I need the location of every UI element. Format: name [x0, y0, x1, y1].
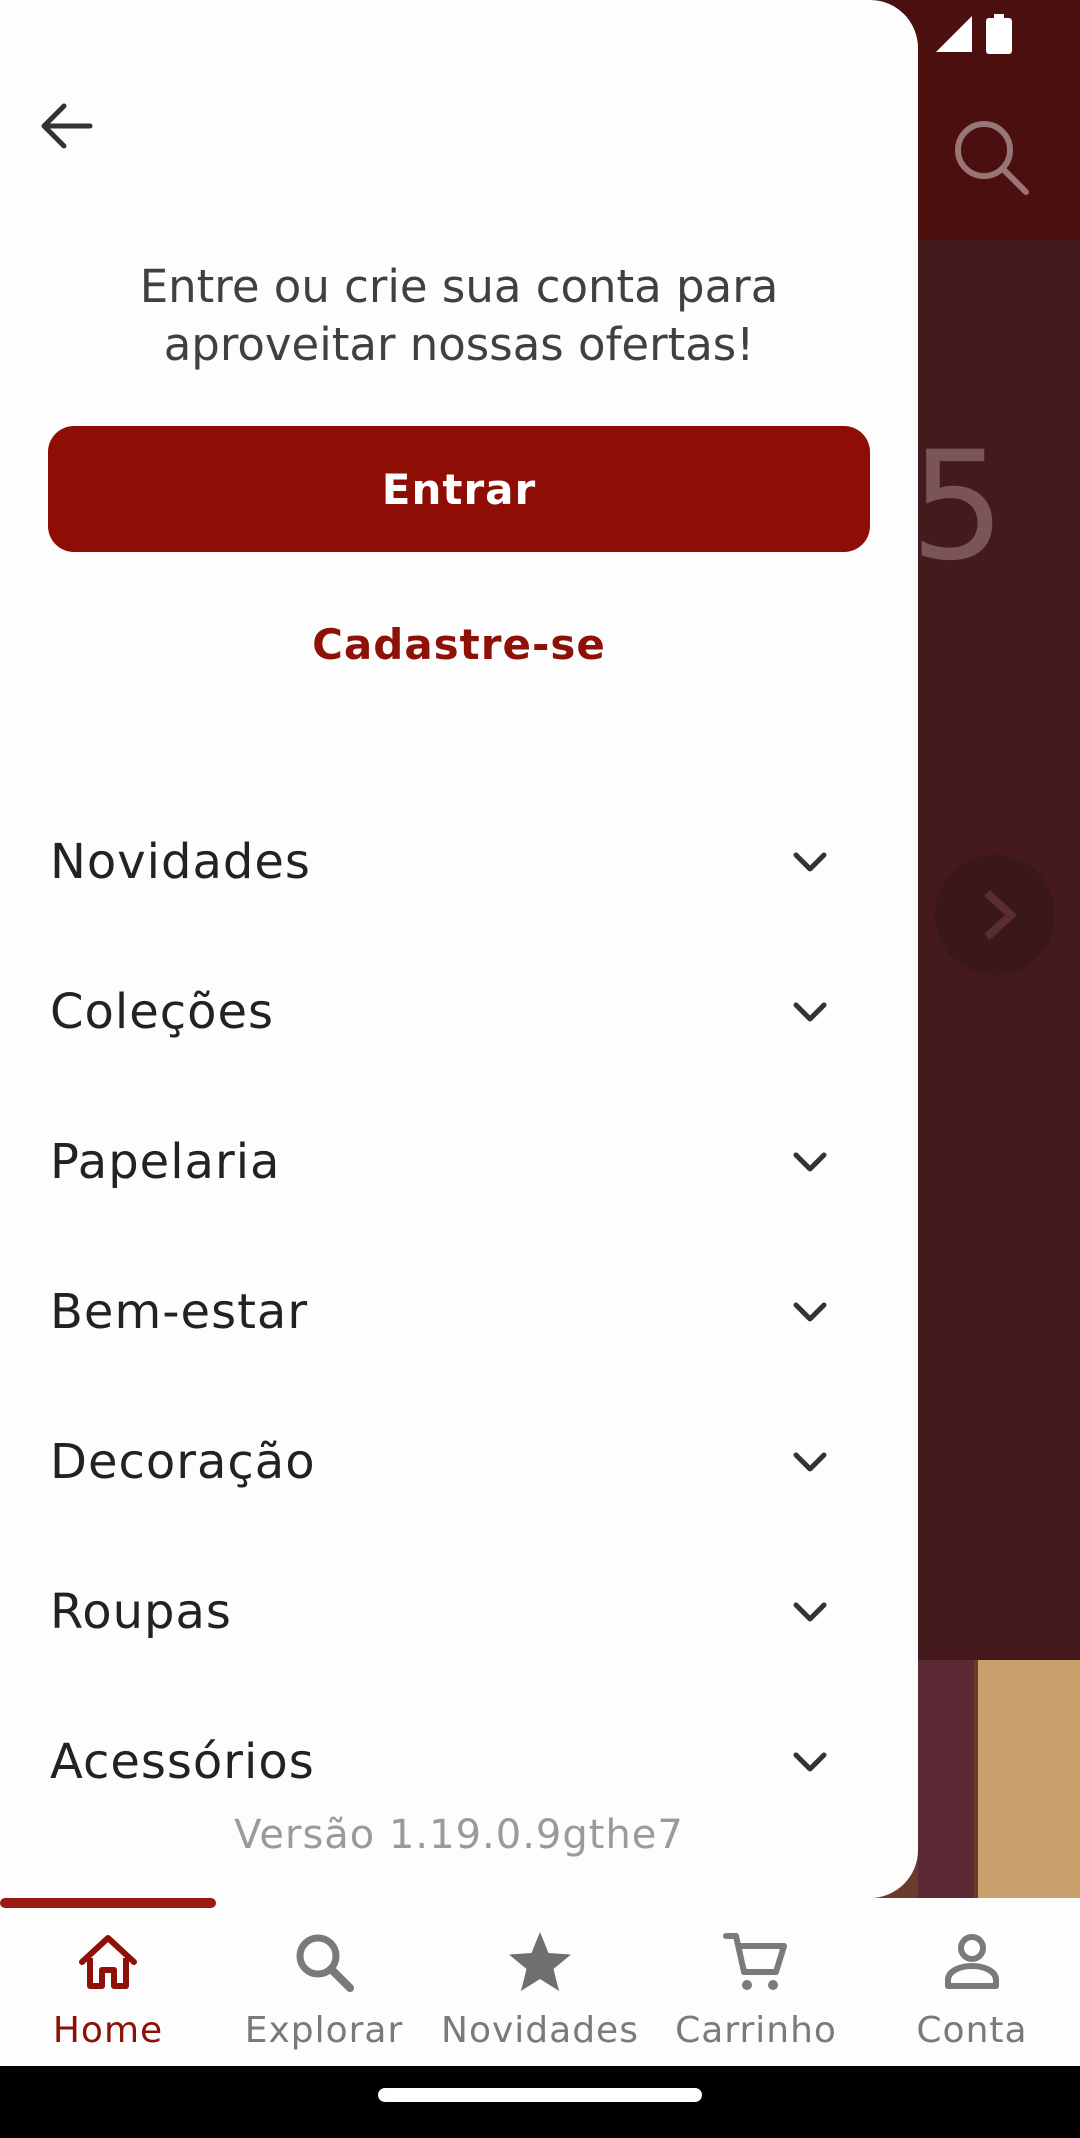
nav-conta[interactable]: Conta — [864, 1898, 1080, 2066]
search-icon — [296, 1934, 354, 1992]
nav-home[interactable]: Home — [0, 1898, 216, 2066]
search-icon[interactable] — [952, 118, 1032, 198]
login-button[interactable]: Entrar — [48, 426, 870, 552]
star-icon — [509, 1932, 571, 1991]
login-prompt: Entre ou crie sua conta para aproveitar … — [48, 258, 870, 374]
login-button-label: Entrar — [381, 464, 537, 514]
carousel-next-button[interactable] — [935, 855, 1055, 975]
bottom-navigation: Home Explorar Novidades Carrinho Conta — [0, 1898, 1080, 2066]
nav-label: Conta — [916, 2010, 1028, 2051]
chevron-down-icon — [793, 1602, 827, 1622]
nav-label: Explorar — [244, 2010, 404, 2051]
login-prompt-line-1: Entre ou crie sua conta para — [139, 260, 779, 313]
system-navigation-bar — [0, 2066, 1080, 2138]
chevron-down-icon — [793, 1002, 827, 1022]
menu-item-papelaria[interactable]: Papelaria — [0, 1087, 918, 1237]
chevron-down-icon — [793, 1302, 827, 1322]
menu-item-label: Bem-estar — [50, 1284, 309, 1340]
login-prompt-line-2: aproveitar nossas ofertas! — [163, 318, 755, 371]
menu-item-colecoes[interactable]: Coleções — [0, 937, 918, 1087]
home-gesture-handle[interactable] — [378, 2088, 702, 2102]
chevron-down-icon — [793, 1452, 827, 1472]
menu-item-label: Papelaria — [50, 1134, 281, 1190]
nav-label: Carrinho — [675, 2010, 837, 2051]
menu-item-label: Coleções — [50, 984, 275, 1040]
menu-item-label: Decoração — [50, 1434, 316, 1490]
cart-icon — [723, 1933, 787, 1990]
nav-label: Home — [52, 2010, 164, 2051]
app-version: Versão 1.19.0.9gthe7 — [234, 1812, 684, 1858]
chevron-down-icon — [793, 1752, 827, 1772]
nav-carrinho[interactable]: Carrinho — [648, 1898, 864, 2066]
navigation-drawer: Entre ou crie sua conta para aproveitar … — [0, 0, 918, 1898]
menu-item-novidades[interactable]: Novidades — [0, 787, 918, 937]
signal-icon — [936, 16, 972, 52]
menu-item-roupas[interactable]: Roupas — [0, 1537, 918, 1687]
menu-item-label: Roupas — [50, 1584, 232, 1640]
menu-item-bem-estar[interactable]: Bem-estar — [0, 1237, 918, 1387]
home-icon — [79, 1935, 137, 1989]
menu-item-decoracao[interactable]: Decoração — [0, 1387, 918, 1537]
person-icon — [945, 1934, 999, 1989]
battery-icon — [986, 14, 1012, 54]
nav-novidades[interactable]: Novidades — [432, 1898, 648, 2066]
category-menu: Novidades Coleções Papelaria Bem-estar D… — [0, 787, 918, 1837]
nav-label: Novidades — [441, 2010, 639, 2051]
nav-explorar[interactable]: Explorar — [216, 1898, 432, 2066]
background-banner-graphic: 5 — [910, 420, 1006, 594]
menu-item-label: Novidades — [50, 834, 311, 890]
back-arrow-icon[interactable] — [28, 88, 104, 164]
status-bar-icons — [936, 14, 1012, 54]
signup-link[interactable]: Cadastre-se — [48, 620, 870, 669]
menu-item-label: Acessórios — [50, 1734, 315, 1790]
chevron-down-icon — [793, 852, 827, 872]
chevron-down-icon — [793, 1152, 827, 1172]
